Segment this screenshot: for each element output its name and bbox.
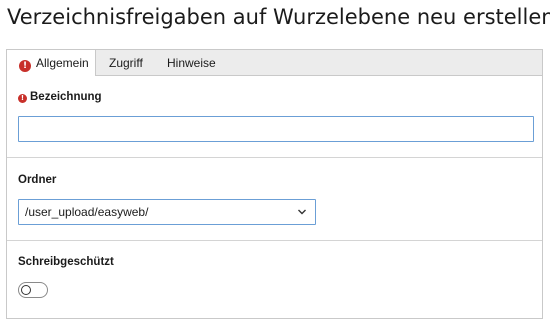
- section-bezeichnung: ! Bezeichnung: [7, 76, 542, 158]
- tab-label: Zugriff: [109, 56, 143, 70]
- ordner-select[interactable]: /user_upload/easyweb/: [18, 199, 316, 225]
- tab-zugriff[interactable]: Zugriff: [109, 50, 143, 76]
- tab-bar: ! Allgemein Zugriff Hinweise: [7, 50, 542, 76]
- ordner-label: Ordner: [18, 174, 57, 186]
- tab-label: Allgemein: [36, 56, 89, 70]
- toggle-knob: [21, 285, 31, 295]
- required-error-icon: !: [18, 94, 27, 103]
- schreibgeschuetzt-label: Schreibgeschützt: [18, 256, 114, 268]
- ordner-selected-value: /user_upload/easyweb/: [25, 205, 149, 219]
- bezeichnung-input[interactable]: [18, 116, 534, 142]
- form-panel: ! Allgemein Zugriff Hinweise ! Bezeichnung…: [6, 49, 543, 319]
- tab-label: Hinweise: [167, 56, 216, 70]
- section-schreibgeschuetzt: Schreibgeschützt: [7, 241, 542, 318]
- tab-hinweise[interactable]: Hinweise: [167, 50, 216, 76]
- tab-allgemein[interactable]: ! Allgemein: [7, 50, 96, 76]
- section-ordner: Ordner /user_upload/easyweb/: [7, 158, 542, 241]
- chevron-down-icon: [298, 209, 306, 215]
- bezeichnung-label-text: Bezeichnung: [30, 91, 102, 103]
- error-icon: !: [19, 60, 31, 72]
- bezeichnung-label: ! Bezeichnung: [18, 91, 102, 103]
- page-title: Verzeichnisfreigaben auf Wurzelebene neu…: [7, 5, 550, 29]
- schreibgeschuetzt-toggle[interactable]: [18, 282, 48, 298]
